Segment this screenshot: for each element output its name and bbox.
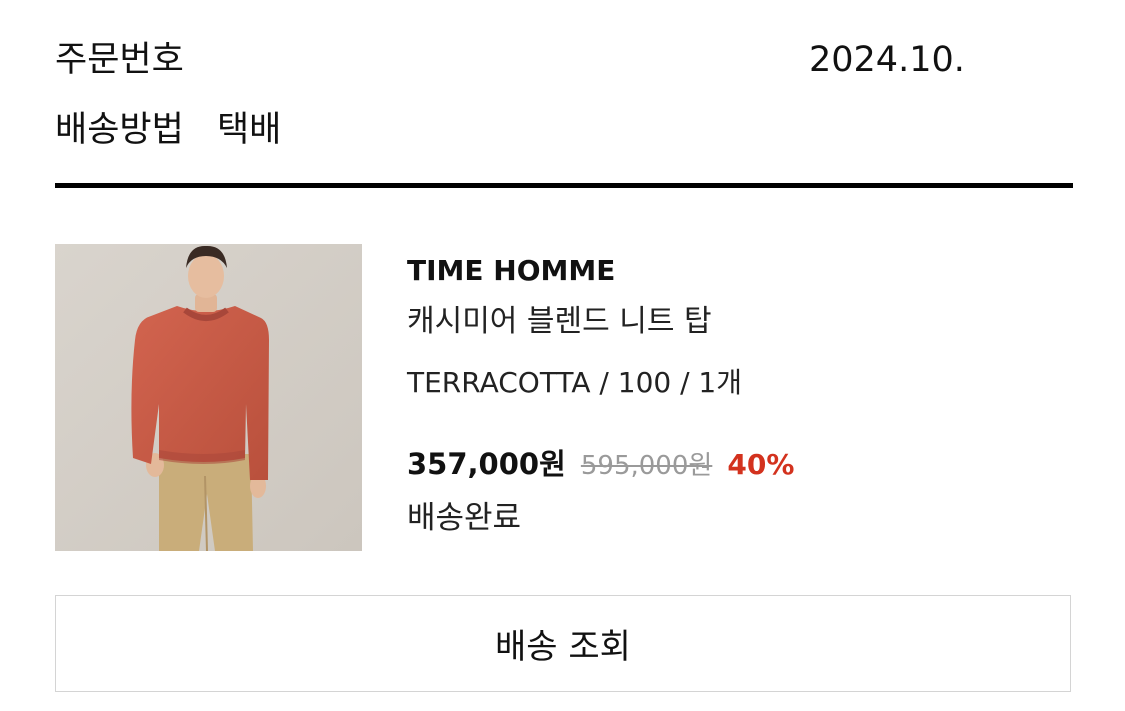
shipping-method-value: 택배	[216, 110, 282, 150]
sale-price: 357,000원	[407, 447, 566, 481]
product-image[interactable]	[55, 244, 362, 551]
track-delivery-button[interactable]: 배송 조회	[55, 595, 1071, 692]
original-price: 595,000원	[580, 451, 713, 481]
discount-rate: 40%	[727, 448, 795, 481]
order-date: 2024.10.	[809, 40, 965, 80]
section-divider	[55, 183, 1073, 188]
price-row: 357,000원 595,000원 40%	[407, 445, 794, 488]
delivery-status: 배송완료	[407, 500, 522, 536]
product-option: TERRACOTTA / 100 / 1개	[407, 366, 743, 399]
order-number-label: 주문번호	[55, 40, 184, 80]
product-brand[interactable]: TIME HOMME	[407, 253, 615, 289]
shipping-method-row: 배송방법 택배	[55, 108, 281, 152]
product-name[interactable]: 캐시미어 블렌드 니트 탑	[407, 302, 712, 342]
shipping-method-label: 배송방법	[55, 110, 184, 150]
